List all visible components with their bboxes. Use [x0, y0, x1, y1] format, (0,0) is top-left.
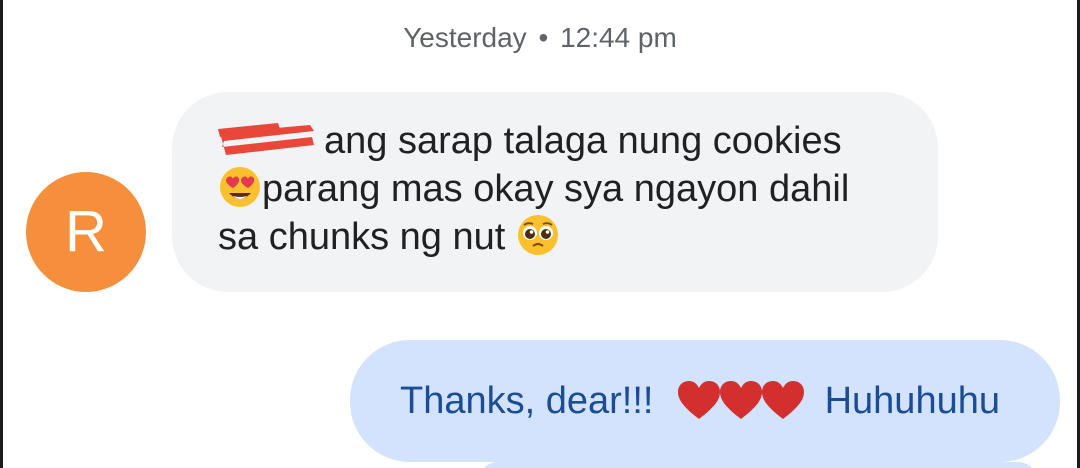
next-outgoing-bubble-peek[interactable]: [478, 462, 1038, 468]
message-line-2-text: parang mas okay sya ngayon dahil: [262, 168, 850, 210]
outgoing-text-before: Thanks, dear!!!: [400, 380, 654, 422]
message-line-3: sa chunks ng nut: [218, 213, 908, 261]
message-timestamp: Yesterday • 12:44 pm: [0, 20, 1080, 56]
message-line-3-text: sa chunks ng nut: [218, 216, 506, 258]
pleading-face-emoji: [516, 213, 560, 257]
timestamp-time: 12:44 pm: [560, 22, 677, 53]
message-line-1: ang sarap talaga nung cookies: [218, 118, 908, 165]
left-edge-border: [0, 0, 3, 468]
red-heart-emoji: [718, 379, 764, 421]
timestamp-day: Yesterday: [403, 22, 527, 53]
red-scribble-redaction: [218, 123, 316, 157]
hearts-group: [676, 348, 805, 468]
message-line-2: parang mas okay sya ngayon dahil: [218, 165, 908, 213]
incoming-message-bubble[interactable]: ang sarap talaga nung cookies parang mas…: [172, 92, 938, 292]
sender-avatar[interactable]: R: [26, 172, 146, 292]
message-line-1-text: ang sarap talaga nung cookies: [324, 120, 842, 162]
red-heart-emoji: [676, 379, 722, 421]
timestamp-separator: •: [538, 22, 549, 53]
avatar-initial: R: [65, 199, 107, 264]
smiling-face-with-heart-eyes-emoji: [218, 165, 262, 209]
outgoing-text-after: Huhuhuhu: [824, 380, 1000, 422]
red-heart-emoji: [760, 379, 806, 421]
outgoing-message-bubble[interactable]: Thanks, dear!!! Huhuhuhu: [350, 340, 1060, 462]
conversation-screen: Yesterday • 12:44 pm R ang sarap talaga …: [0, 0, 1080, 468]
